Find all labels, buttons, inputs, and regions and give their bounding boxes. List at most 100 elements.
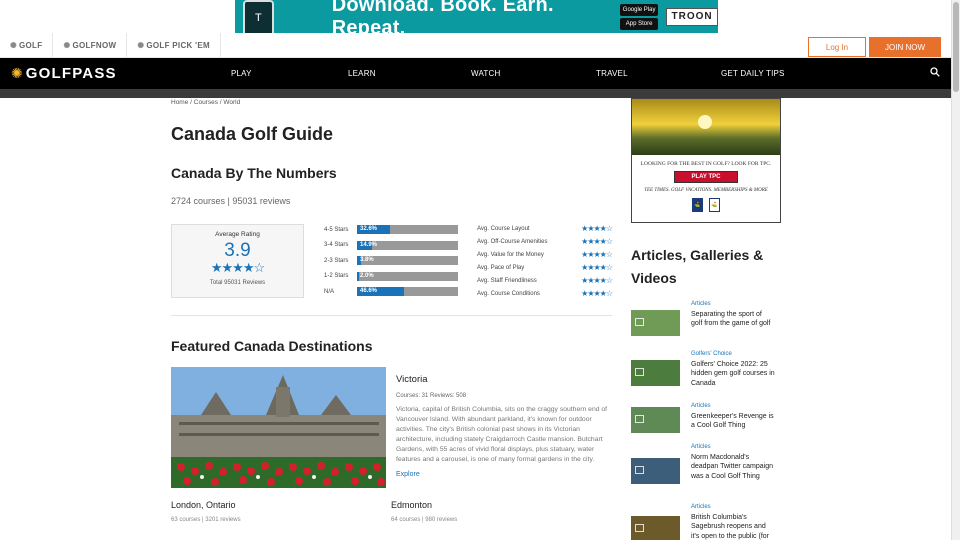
top-banner-ad[interactable]: T Download. Book. Earn. Repeat. Google P… [0,0,960,39]
phone-icon: T [243,0,274,33]
gallery-icon [635,524,644,532]
distribution-pct: 14.9% [360,241,378,248]
login-button[interactable]: Log In [808,37,866,57]
attribute-row: Avg. Off-Course Amenities ★★★★☆ [477,235,613,248]
attribute-ratings: Avg. Course Layout ★★★★☆ Avg. Off-Course … [477,222,613,300]
featured-destination-meta: Courses: 31 Reviews: 508 [396,393,467,399]
distribution-bar: 2.0% [357,271,458,281]
peacock-icon: ✺ [11,65,23,81]
side-ad-headline: LOOKING FOR THE BEST IN GOLF? LOOK FOR T… [640,161,772,167]
article-category[interactable]: Golfers' Choice [691,351,732,357]
google-play-badge[interactable]: Google Play [620,3,659,16]
troon-logo: TROON [666,7,718,26]
gallery-icon [635,466,644,474]
featured-title: Featured Canada Destinations [171,338,373,354]
attribute-row: Avg. Value for the Money ★★★★☆ [477,248,613,261]
distribution-label: 4-5 Stars [324,226,349,233]
article-category[interactable]: Articles [691,301,711,307]
network-link-golfnow[interactable]: ✺ GOLFNOW [53,33,128,58]
distribution-row: 4-5 Stars 32.6% [324,222,458,238]
pga-tour-logo-icon: ⛳ [692,198,703,212]
distribution-row: 3-4 Stars 14.9% [324,238,458,254]
scrollbar-thumb[interactable] [953,2,959,92]
average-rating-label: Average Rating [215,231,260,238]
explore-link[interactable]: Explore [396,471,420,478]
destination-meta-london: 63 courses | 3201 reviews [171,517,241,523]
nav-play[interactable]: PLAY [231,69,252,78]
attribute-stars: ★★★★☆ [581,289,613,298]
tpc-side-ad[interactable]: LOOKING FOR THE BEST IN GOLF? LOOK FOR T… [631,98,781,223]
numbers-title: Canada By The Numbers [171,165,337,181]
total-reviews: Total 95031 Reviews [209,280,266,286]
search-icon[interactable] [930,67,940,80]
article-category[interactable]: Articles [691,403,711,409]
article-thumbnail[interactable] [631,407,680,433]
victoria-image[interactable] [171,367,386,488]
side-ad-logos: ⛳ ⛳ [632,198,780,212]
golfpass-logo[interactable]: ✺ GOLFPASS [11,65,117,82]
app-store-badges[interactable]: Google Play App Store [620,3,659,30]
attribute-label: Avg. Course Layout [477,225,530,232]
section-divider [171,315,612,316]
gallery-icon [635,415,644,423]
course-review-counts: 2724 courses | 95031 reviews [171,196,291,206]
article-thumbnail[interactable] [631,516,680,540]
network-link-golf[interactable]: ✺ GOLF [0,33,54,58]
golf-course-image [632,99,780,155]
average-rating-stars: ★★★★☆ [210,260,265,275]
attribute-label: Avg. Course Conditions [477,290,540,297]
attribute-row: Avg. Pace of Play ★★★★☆ [477,261,613,274]
attribute-row: Avg. Course Conditions ★★★★☆ [477,287,613,300]
page-title: Canada Golf Guide [171,124,334,144]
nav-underbar [0,89,951,98]
distribution-row: 2-3 Stars 3.8% [324,253,458,269]
article-thumbnail[interactable] [631,360,680,386]
nav-learn[interactable]: LEARN [348,69,376,78]
featured-destination-name[interactable]: Victoria [396,374,428,385]
attribute-stars: ★★★★☆ [581,224,613,233]
articles-title: Articles, Galleries & Videos [631,247,764,286]
play-tpc-button[interactable]: PLAY TPC [674,171,738,183]
distribution-pct: 32.6% [360,226,378,233]
side-ad-tagline: TEE TIMES. GOLF VACATIONS. MEMBERSHIPS &… [644,188,768,193]
article-title[interactable]: Separating the sport of golf from the ga… [691,310,775,329]
logo-text: GOLFPASS [25,65,117,82]
article-title[interactable]: Greenkeeper's Revenge is a Cool Golf Thi… [691,412,775,431]
average-rating-box: Average Rating 3.9 ★★★★☆ Total 95031 Rev… [171,224,304,298]
page-scrollbar[interactable] [951,0,960,540]
nav-watch[interactable]: WATCH [471,69,500,78]
article-title[interactable]: Golfers' Choice 2022: 25 hidden gem golf… [691,360,775,388]
distribution-fill [357,271,360,281]
article-thumbnail[interactable] [631,458,680,484]
breadcrumb[interactable]: Home / Courses / World [171,99,240,106]
attribute-stars: ★★★★☆ [581,276,613,285]
featured-destination-description: Victoria, capital of British Columbia, s… [396,406,608,463]
article-category[interactable]: Articles [691,444,711,450]
distribution-label: 2-3 Stars [324,257,349,264]
network-link-label: GOLF PICK 'EM [146,41,210,50]
attribute-label: Avg. Value for the Money [477,251,544,258]
network-link-label: GOLFNOW [72,41,117,50]
destination-name-london[interactable]: London, Ontario [171,500,236,510]
nav-daily-tips[interactable]: GET DAILY TIPS [721,69,785,78]
join-now-button[interactable]: JOIN NOW [869,37,941,57]
distribution-bar: 32.6% [357,225,458,235]
distribution-bar: 3.8% [357,256,458,266]
sun-shape [698,115,712,129]
network-link-pickem[interactable]: ✺ GOLF PICK 'EM [127,33,221,58]
app-store-badge[interactable]: App Store [620,17,659,30]
average-rating-value: 3.9 [224,240,251,261]
gallery-icon [635,318,644,326]
article-category[interactable]: Articles [691,504,711,510]
nav-travel[interactable]: TRAVEL [596,69,628,78]
destination-name-edmonton[interactable]: Edmonton [391,500,432,510]
distribution-label: 1-2 Stars [324,273,349,280]
article-title[interactable]: British Columbia's Sagebrush reopens and… [691,513,775,540]
distribution-bar: 14.9% [357,240,458,250]
article-title[interactable]: Norm Macdonald's deadpan Twitter campaig… [691,453,775,481]
troon-ad[interactable]: T Download. Book. Earn. Repeat. Google P… [235,0,718,39]
distribution-bar: 46.6% [357,287,458,297]
article-thumbnail[interactable] [631,310,680,336]
gallery-icon [635,368,644,376]
attribute-row: Avg. Staff Friendliness ★★★★☆ [477,274,613,287]
